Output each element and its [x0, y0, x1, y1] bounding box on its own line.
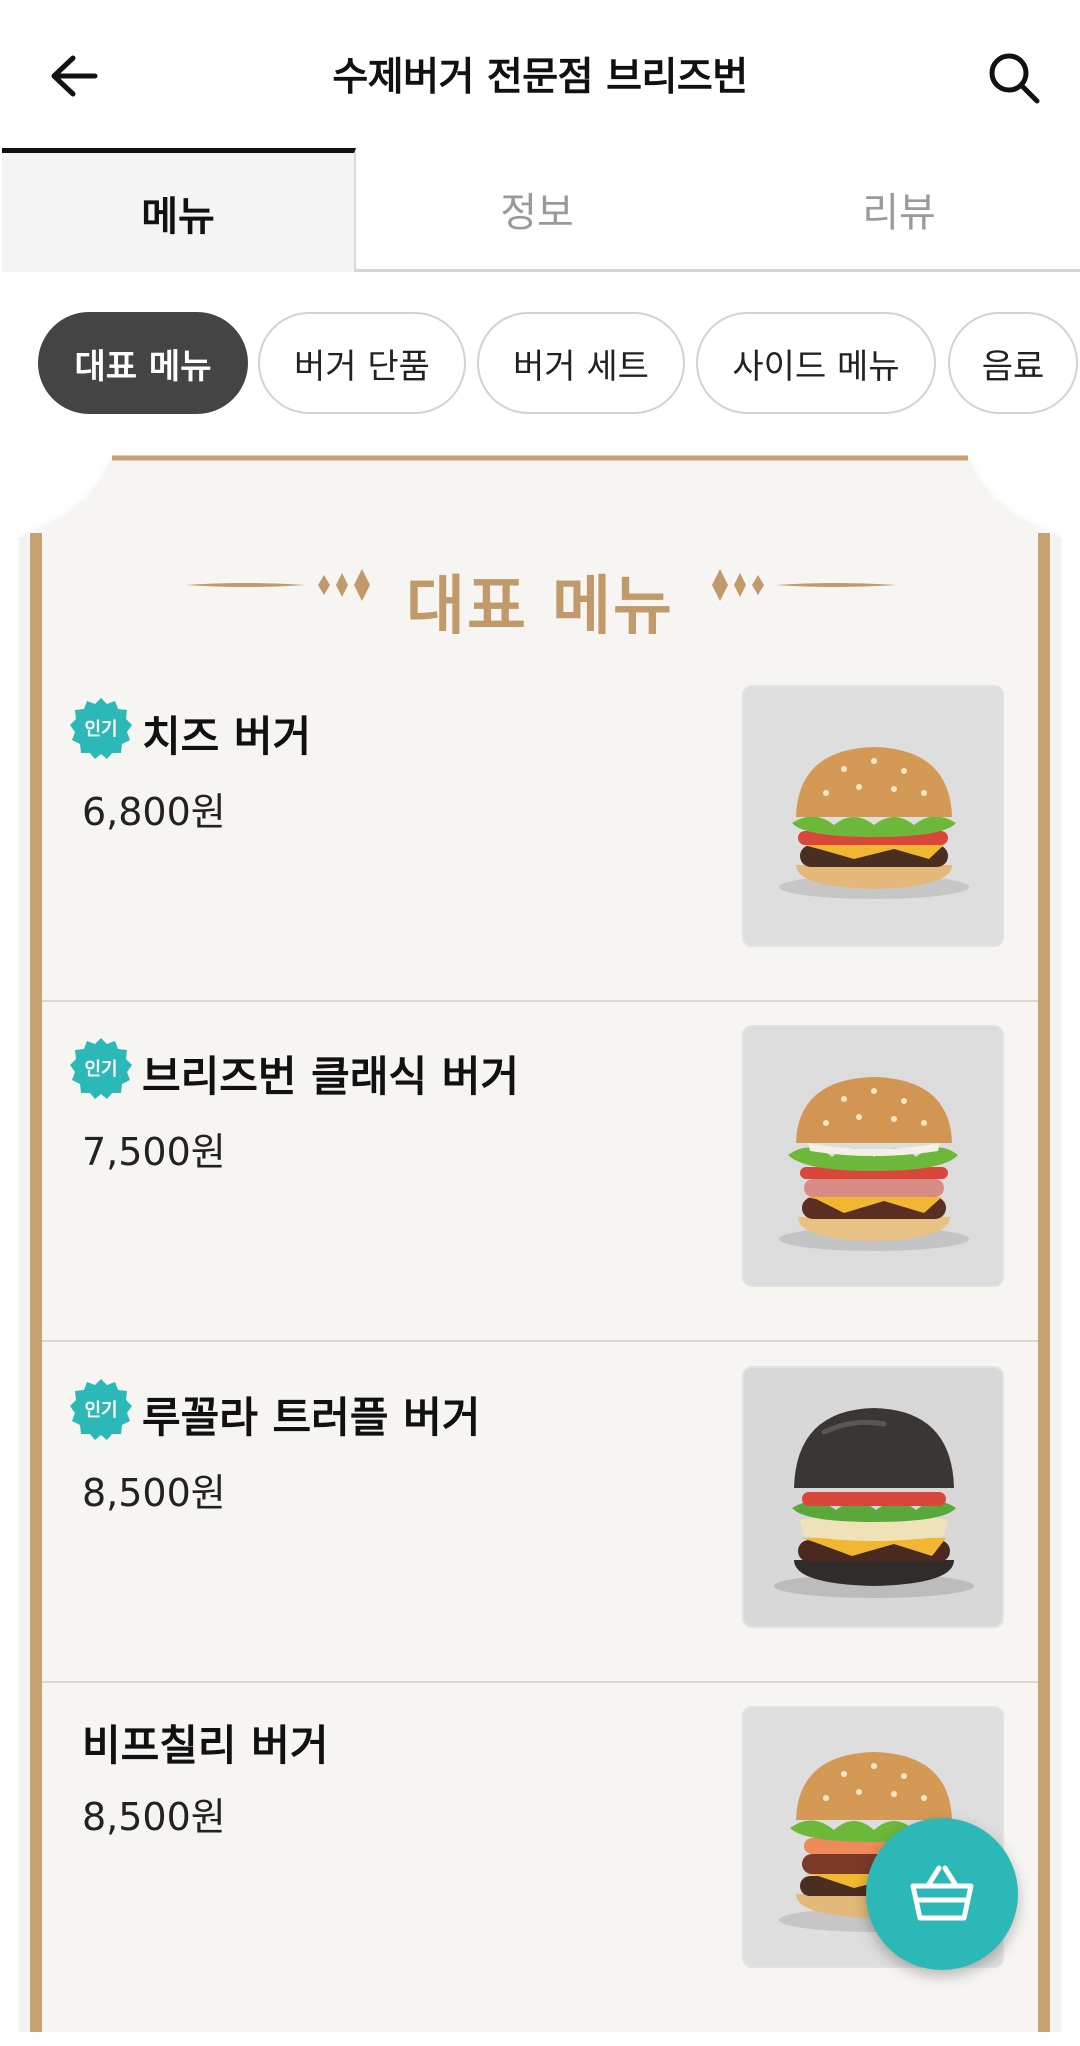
divider — [42, 1681, 1038, 1683]
popular-badge-icon: 인기 — [70, 1379, 132, 1440]
tab-review[interactable]: 리뷰 — [718, 148, 1080, 272]
menu-item-name: 루꼴라 트러플 버거 — [142, 1393, 481, 1442]
popular-badge-icon: 인기 — [70, 698, 132, 759]
menu-item-price: 6,800원 — [82, 790, 226, 834]
menu-item-price: 8,500원 — [82, 1471, 226, 1515]
chip-drinks[interactable]: 음료 — [948, 312, 1078, 414]
chip-side-menu[interactable]: 사이드 메뉴 — [696, 312, 936, 414]
ornament-right-icon — [712, 569, 896, 601]
menu-item-photo — [742, 685, 1004, 947]
menu-item[interactable]: 인기 브리즈번 클래식 버거 7,500원 — [42, 1025, 1038, 1365]
burger-image — [744, 687, 1002, 945]
divider — [42, 1340, 1038, 1342]
cart-button[interactable] — [866, 1818, 1018, 1970]
search-icon — [989, 53, 1040, 104]
menu-item-name: 비프칠리 버거 — [82, 1721, 329, 1770]
tab-bar: 메뉴 정보 리뷰 — [0, 148, 1080, 274]
basket-icon — [910, 1865, 974, 1921]
badge-label: 인기 — [84, 1059, 117, 1080]
menu-item-price: 8,500원 — [82, 1795, 226, 1839]
chip-burger-set[interactable]: 버거 세트 — [477, 312, 685, 414]
burger-image — [744, 1368, 1002, 1626]
menu-item[interactable]: 인기 루꼴라 트러플 버거 8,500원 — [42, 1366, 1038, 1706]
page-title: 수제버거 전문점 브리즈번 — [332, 55, 748, 100]
menu-item-photo — [742, 1366, 1004, 1628]
menu-item-price: 7,500원 — [82, 1130, 226, 1174]
tab-menu[interactable]: 메뉴 — [2, 148, 356, 272]
menu-item-name: 치즈 버거 — [142, 712, 312, 761]
badge-label: 인기 — [84, 719, 117, 740]
divider — [42, 1000, 1038, 1002]
burger-image — [744, 1027, 1002, 1285]
section-header: 대표 메뉴 — [0, 555, 1080, 644]
app-header: 수제버거 전문점 브리즈번 — [0, 0, 1080, 148]
category-chips: 대표 메뉴 버거 단품 버거 세트 사이드 메뉴 음료 — [0, 312, 1080, 418]
section-title: 대표 메뉴 — [406, 570, 674, 644]
chip-signature-menu[interactable]: 대표 메뉴 — [38, 312, 248, 414]
badge-label: 인기 — [84, 1400, 117, 1421]
menu-item[interactable]: 인기 치즈 버거 6,800원 — [42, 685, 1038, 1025]
signature-menu-panel: 대표 메뉴 인기 치즈 버거 6,800원 인기 브리즈번 클래식 버거 7,5… — [0, 455, 1080, 2032]
menu-item-photo — [742, 1025, 1004, 1287]
menu-item-name: 브리즈번 클래식 버거 — [142, 1052, 520, 1101]
tab-info[interactable]: 정보 — [356, 148, 718, 272]
chip-burger-single[interactable]: 버거 단품 — [258, 312, 466, 414]
search-button[interactable] — [978, 42, 1050, 114]
popular-badge-icon: 인기 — [70, 1038, 132, 1099]
